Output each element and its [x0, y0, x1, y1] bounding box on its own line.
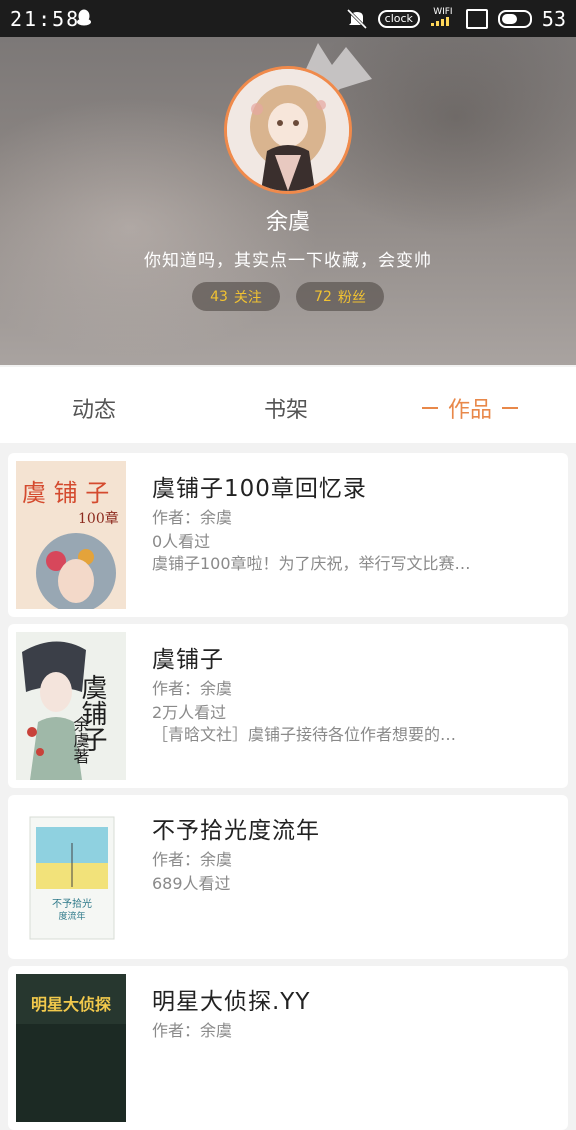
username: 余虞 [265, 210, 310, 235]
clock-indicator: clock [377, 9, 420, 28]
book-description: 虞铺子100章啦！为了庆祝，举行写文比赛… [152, 554, 471, 573]
book-title: 虞铺子100章回忆录 [152, 476, 367, 502]
status-time: 21:58 [10, 7, 81, 31]
fans-count-button[interactable]: 72 粉丝 [296, 282, 384, 311]
book-card[interactable]: 虞铺子 余虞著 虞铺子 作者：余虞 2万人看过 ［青晗文社］虞铺子接待各位作者想… [8, 624, 568, 788]
follow-count-button[interactable]: 43 关注 [192, 282, 280, 311]
bio-text: 你知道吗，其实点一下收藏，会变帅 [144, 251, 432, 271]
book-author: 作者：余虞 [152, 850, 233, 869]
follow-count: 43 [210, 288, 228, 305]
book-cover: 虞铺子 余虞著 [16, 632, 126, 780]
profile-tabs: 动态 书架 作品 [0, 367, 576, 443]
tab-works[interactable]: 作品 [422, 392, 519, 424]
book-author: 作者：余虞 [152, 1021, 233, 1040]
book-card[interactable]: 虞 铺 子 100章 虞铺子100章回忆录 作者：余虞 0人看过 虞铺子100章… [8, 453, 568, 617]
tab-dynamic[interactable]: 动态 [72, 392, 116, 424]
tab-indicator-right [502, 407, 519, 409]
status-bar: 21:58 clock WIFI 53 [0, 0, 576, 37]
book-title: 明星大侦探.YY [152, 989, 311, 1015]
avatar-illustration [227, 69, 349, 191]
fans-label: 粉丝 [337, 289, 366, 306]
sim-icon [465, 8, 488, 29]
book-description: ［青晗文社］虞铺子接待各位作者想要的… [152, 725, 457, 744]
fans-count: 72 [314, 288, 332, 305]
follow-label: 关注 [233, 289, 262, 306]
cover-title: 明星大侦探 [31, 995, 111, 1014]
cover-title: 不予拾光 [52, 897, 92, 910]
book-title: 不予拾光度流年 [152, 818, 320, 844]
book-author: 作者：余虞 [152, 508, 233, 527]
book-card[interactable]: 不予拾光 度流年 不予拾光度流年 作者：余虞 689人看过 [8, 795, 568, 959]
tab-indicator-left [422, 407, 438, 409]
book-views: 0人看过 [152, 532, 211, 551]
book-views: 689人看过 [152, 874, 231, 893]
battery-icon [497, 9, 532, 28]
wifi-icon: WIFI [430, 7, 456, 30]
book-cover: 不予拾光 度流年 [16, 803, 126, 951]
cover-subtitle: 100章 [78, 510, 119, 527]
wifi-label: WIFI [433, 7, 453, 17]
book-title: 虞铺子 [152, 647, 224, 673]
tab-bookshelf[interactable]: 书架 [264, 392, 308, 424]
book-cover: 明星大侦探 [16, 974, 126, 1122]
book-views: 2万人看过 [152, 703, 227, 722]
profile-header: 余虞 你知道吗，其实点一下收藏，会变帅 43 关注 72 粉丝 [0, 37, 576, 365]
cover-subtitle: 度流年 [58, 910, 85, 922]
book-author: 作者：余虞 [152, 679, 233, 698]
mute-icon [346, 8, 367, 29]
book-cover: 虞 铺 子 100章 [16, 461, 126, 609]
cover-subtitle: 余虞著 [71, 715, 90, 764]
tab-works-label: 作品 [448, 398, 493, 423]
battery-level: 53 [541, 6, 566, 31]
qq-notification-icon [77, 9, 91, 26]
book-card[interactable]: 明星大侦探 明星大侦探.YY 作者：余虞 [8, 966, 568, 1130]
cover-title: 虞 铺 子 [22, 479, 109, 507]
avatar[interactable] [224, 66, 352, 194]
